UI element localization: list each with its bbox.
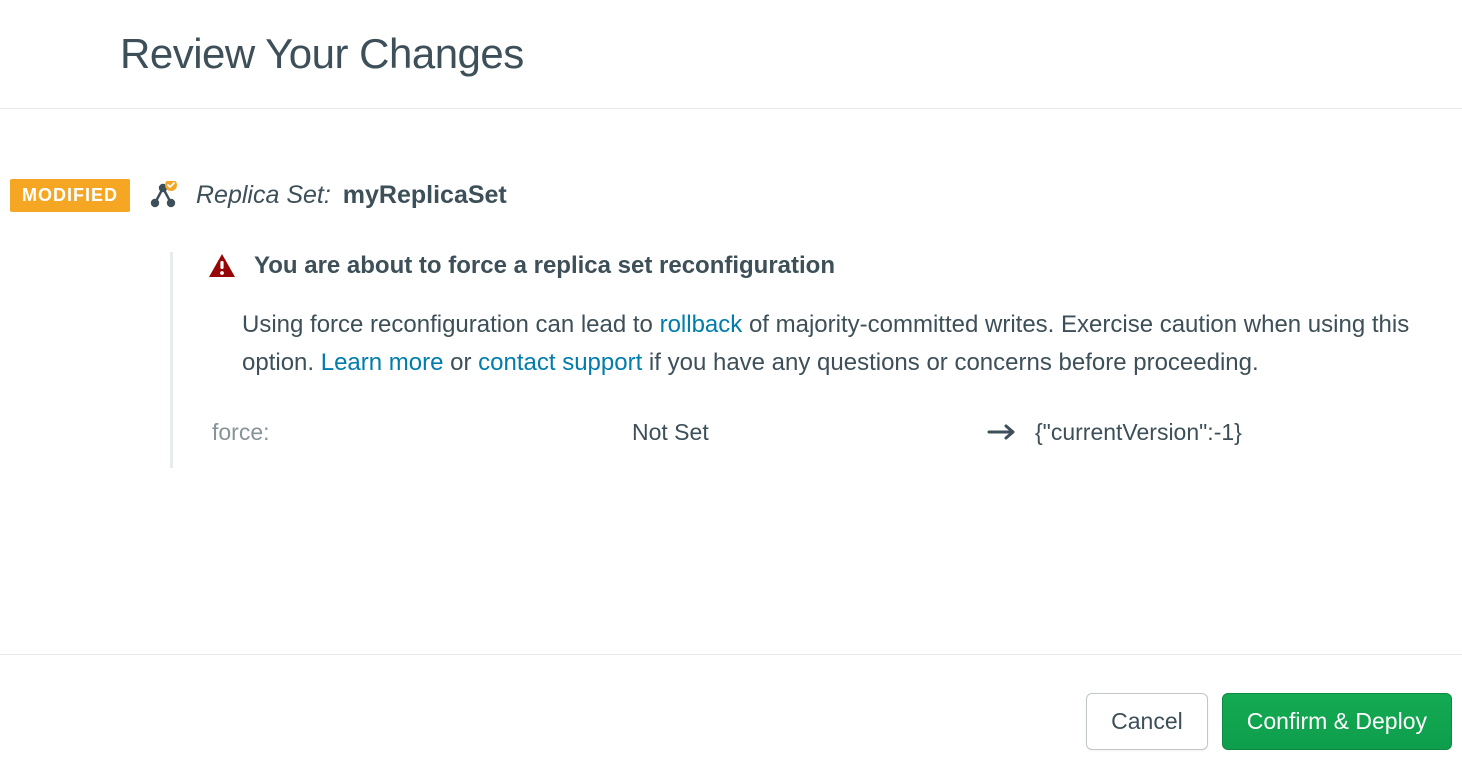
entity-name: myReplicaSet <box>343 181 507 210</box>
change-summary-row: MODIFIED Replica Set: myReplicaSet <box>10 179 1452 212</box>
entity-label: Replica Set: <box>196 181 331 210</box>
diff-field-label: force: <box>212 419 632 446</box>
modified-badge: MODIFIED <box>10 179 130 212</box>
cancel-button[interactable]: Cancel <box>1086 693 1208 750</box>
diff-row: force: Not Set {"currentVersion":-1} <box>208 419 1430 446</box>
contact-support-link[interactable]: contact support <box>478 349 642 376</box>
warning-header: You are about to force a replica set rec… <box>208 252 1430 280</box>
warning-text-or: or <box>443 349 478 376</box>
replica-set-title: Replica Set: myReplicaSet <box>196 181 507 210</box>
rollback-link[interactable]: rollback <box>660 311 743 338</box>
page-header: Review Your Changes <box>0 0 1462 109</box>
diff-old-value: Not Set <box>632 419 987 446</box>
warning-title: You are about to force a replica set rec… <box>254 252 835 280</box>
footer-actions: Cancel Confirm & Deploy <box>0 654 1462 780</box>
confirm-deploy-button[interactable]: Confirm & Deploy <box>1222 693 1452 750</box>
learn-more-link[interactable]: Learn more <box>321 349 444 376</box>
warning-text-tail: if you have any questions or concerns be… <box>642 349 1258 376</box>
page-title: Review Your Changes <box>120 30 1462 78</box>
change-detail-block: You are about to force a replica set rec… <box>170 252 1430 468</box>
diff-new-value: {"currentVersion":-1} <box>1035 419 1242 446</box>
warning-description: Using force reconfiguration can lead to … <box>208 306 1430 383</box>
warning-text-1: Using force reconfiguration can lead to <box>242 311 660 338</box>
changes-content: MODIFIED Replica Set: myReplicaSet <box>0 109 1462 654</box>
warning-triangle-icon <box>208 253 236 279</box>
replica-set-icon <box>148 181 178 211</box>
arrow-right-icon <box>987 422 1017 442</box>
